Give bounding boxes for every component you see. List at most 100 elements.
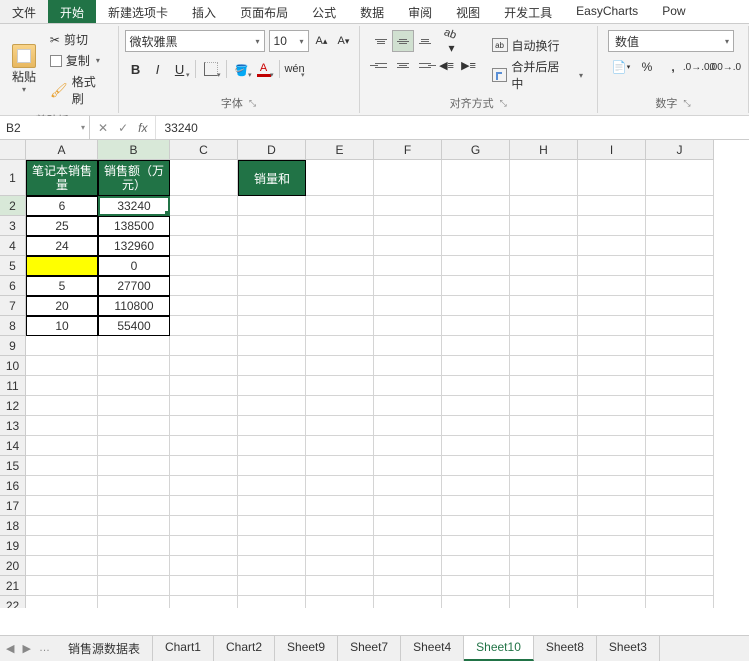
align-bottom-button[interactable] xyxy=(414,30,436,52)
cell-D22[interactable] xyxy=(238,596,306,608)
cell-G22[interactable] xyxy=(442,596,510,608)
cell-J13[interactable] xyxy=(646,416,714,436)
row-header-14[interactable]: 14 xyxy=(0,436,26,456)
cell-B22[interactable] xyxy=(98,596,170,608)
cell-F16[interactable] xyxy=(374,476,442,496)
cell-E9[interactable] xyxy=(306,336,374,356)
cell-F5[interactable] xyxy=(374,256,442,276)
orientation-button[interactable]: ab▾ xyxy=(436,30,466,52)
cell-F19[interactable] xyxy=(374,536,442,556)
align-top-button[interactable] xyxy=(370,30,392,52)
cell-D6[interactable] xyxy=(238,276,306,296)
cell-E8[interactable] xyxy=(306,316,374,336)
cell-H15[interactable] xyxy=(510,456,578,476)
cell-F15[interactable] xyxy=(374,456,442,476)
cell-F22[interactable] xyxy=(374,596,442,608)
cell-J4[interactable] xyxy=(646,236,714,256)
italic-button[interactable]: I xyxy=(147,58,169,80)
cell-D21[interactable] xyxy=(238,576,306,596)
cell-D7[interactable] xyxy=(238,296,306,316)
cell-B11[interactable] xyxy=(98,376,170,396)
cell-E5[interactable] xyxy=(306,256,374,276)
cell-C19[interactable] xyxy=(170,536,238,556)
cell-A5[interactable] xyxy=(26,256,98,276)
phonetic-button[interactable]: wén▾ xyxy=(284,58,306,80)
cell-D8[interactable] xyxy=(238,316,306,336)
cell-A10[interactable] xyxy=(26,356,98,376)
cell-E14[interactable] xyxy=(306,436,374,456)
cell-C4[interactable] xyxy=(170,236,238,256)
cell-I9[interactable] xyxy=(578,336,646,356)
row-header-15[interactable]: 15 xyxy=(0,456,26,476)
menu-tab-页面布局[interactable]: 页面布局 xyxy=(228,0,300,23)
sheet-tab-销售源数据表[interactable]: 销售源数据表 xyxy=(56,636,153,661)
cell-C16[interactable] xyxy=(170,476,238,496)
cell-I5[interactable] xyxy=(578,256,646,276)
cell-F20[interactable] xyxy=(374,556,442,576)
cell-C13[interactable] xyxy=(170,416,238,436)
cell-G17[interactable] xyxy=(442,496,510,516)
cell-F1[interactable] xyxy=(374,160,442,196)
cell-E13[interactable] xyxy=(306,416,374,436)
decrease-indent-button[interactable]: ◀≡ xyxy=(436,54,458,76)
cell-H7[interactable] xyxy=(510,296,578,316)
cell-H3[interactable] xyxy=(510,216,578,236)
row-header-5[interactable]: 5 xyxy=(0,256,26,276)
col-header-I[interactable]: I xyxy=(578,140,646,160)
cell-E19[interactable] xyxy=(306,536,374,556)
cell-I13[interactable] xyxy=(578,416,646,436)
bold-button[interactable]: B xyxy=(125,58,147,80)
cell-F18[interactable] xyxy=(374,516,442,536)
row-header-8[interactable]: 8 xyxy=(0,316,26,336)
cell-C6[interactable] xyxy=(170,276,238,296)
cell-G12[interactable] xyxy=(442,396,510,416)
cell-G9[interactable] xyxy=(442,336,510,356)
cell-I2[interactable] xyxy=(578,196,646,216)
cell-J15[interactable] xyxy=(646,456,714,476)
col-header-E[interactable]: E xyxy=(306,140,374,160)
cell-F3[interactable] xyxy=(374,216,442,236)
cell-F4[interactable] xyxy=(374,236,442,256)
cell-E4[interactable] xyxy=(306,236,374,256)
menu-tab-视图[interactable]: 视图 xyxy=(444,0,492,23)
cell-C2[interactable] xyxy=(170,196,238,216)
cell-G3[interactable] xyxy=(442,216,510,236)
cell-B1[interactable]: 销售额（万元） xyxy=(98,160,170,196)
cell-F10[interactable] xyxy=(374,356,442,376)
cell-C15[interactable] xyxy=(170,456,238,476)
cell-H2[interactable] xyxy=(510,196,578,216)
cell-A13[interactable] xyxy=(26,416,98,436)
col-header-G[interactable]: G xyxy=(442,140,510,160)
align-right-button[interactable] xyxy=(414,54,436,76)
cell-J8[interactable] xyxy=(646,316,714,336)
cell-G8[interactable] xyxy=(442,316,510,336)
cell-E6[interactable] xyxy=(306,276,374,296)
cut-button[interactable]: ✂剪切 xyxy=(46,30,112,49)
sheet-tab-Chart1[interactable]: Chart1 xyxy=(153,636,214,661)
cell-A15[interactable] xyxy=(26,456,98,476)
cell-C18[interactable] xyxy=(170,516,238,536)
cell-B15[interactable] xyxy=(98,456,170,476)
cell-I7[interactable] xyxy=(578,296,646,316)
cell-D1[interactable]: 销量和 xyxy=(238,160,306,196)
paste-button[interactable]: 粘贴 ▾ xyxy=(6,28,42,110)
cell-H1[interactable] xyxy=(510,160,578,196)
cell-G5[interactable] xyxy=(442,256,510,276)
cell-E3[interactable] xyxy=(306,216,374,236)
cell-J16[interactable] xyxy=(646,476,714,496)
cell-E22[interactable] xyxy=(306,596,374,608)
cell-J14[interactable] xyxy=(646,436,714,456)
cell-D20[interactable] xyxy=(238,556,306,576)
cell-I17[interactable] xyxy=(578,496,646,516)
cell-I6[interactable] xyxy=(578,276,646,296)
cell-D16[interactable] xyxy=(238,476,306,496)
accounting-format-button[interactable]: 📄▾ xyxy=(608,56,634,78)
sheet-tab-Sheet4[interactable]: Sheet4 xyxy=(401,636,464,661)
cell-D5[interactable] xyxy=(238,256,306,276)
row-header-4[interactable]: 4 xyxy=(0,236,26,256)
cell-J11[interactable] xyxy=(646,376,714,396)
cell-H22[interactable] xyxy=(510,596,578,608)
row-header-7[interactable]: 7 xyxy=(0,296,26,316)
sheet-tab-Sheet10[interactable]: Sheet10 xyxy=(464,636,534,661)
cell-H13[interactable] xyxy=(510,416,578,436)
